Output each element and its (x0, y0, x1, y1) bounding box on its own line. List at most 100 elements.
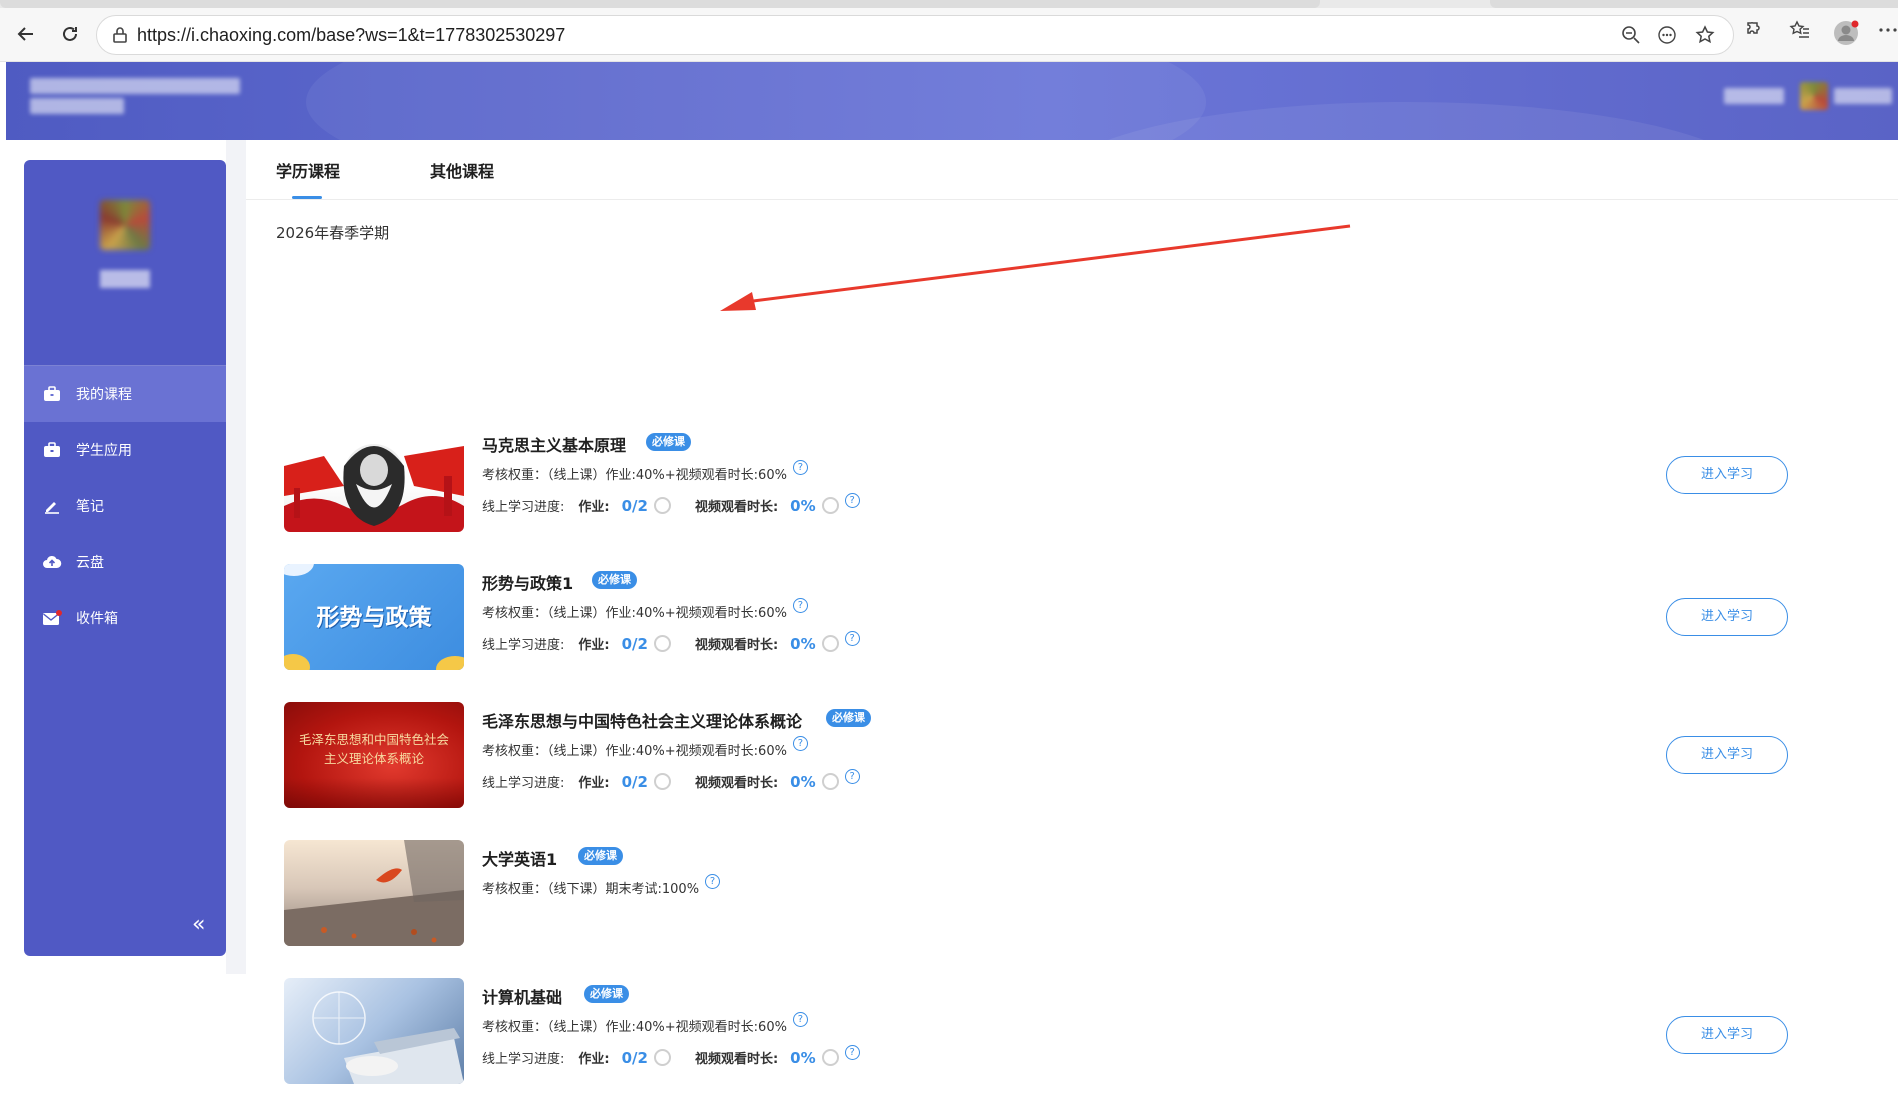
homework-progress-ring (653, 1049, 671, 1066)
enter-study-button[interactable]: 进入学习 (1666, 598, 1788, 636)
sidebar-item-label: 我的课程 (76, 387, 132, 403)
video-progress-ring (821, 773, 839, 790)
header-decoration (306, 62, 1206, 140)
sidebar-item-inbox[interactable]: 收件箱 (24, 590, 226, 646)
user-avatar[interactable] (1800, 82, 1828, 110)
back-icon[interactable] (10, 18, 42, 50)
required-badge: 必修课 (584, 985, 629, 1003)
homework-value: 0/2 (621, 1048, 648, 1067)
course-item: 毛泽东思想和中国特色社会主义理论体系概论 毛泽东思想与中国特色社会主义理论体系概… (246, 702, 1898, 822)
sidebar-item-notes[interactable]: 笔记 (24, 478, 226, 534)
help-icon[interactable]: ? (844, 493, 860, 508)
sidebar-item-label: 收件箱 (76, 611, 118, 627)
course-thumbnail[interactable] (284, 978, 464, 1084)
progress-label: 线上学习进度: (482, 500, 565, 515)
profile-avatar-icon[interactable] (1832, 19, 1860, 47)
more-dots-icon[interactable] (1655, 24, 1679, 48)
video-label: 视频观看时长: (694, 776, 779, 791)
sidebar-item-my-courses[interactable]: 我的课程 (24, 366, 226, 422)
course-title[interactable]: 马克思主义基本原理 (482, 432, 626, 456)
favorites-list-icon[interactable] (1786, 19, 1814, 47)
enter-study-button[interactable]: 进入学习 (1666, 736, 1788, 774)
homework-label: 作业: (578, 500, 610, 515)
course-title[interactable]: 毛泽东思想与中国特色社会主义理论体系概论 (482, 708, 802, 732)
course-item: 形势与政策 形势与政策1 必修课 考核权重：（线上课）作业:40%+视频观看时长… (246, 564, 1898, 684)
browser-menu-icon[interactable] (1874, 19, 1898, 47)
course-thumbnail[interactable] (284, 840, 464, 946)
tab-other-courses[interactable]: 其他课程 (430, 158, 494, 182)
assessment-weight-text: 考核权重：（线上课）作业:40%+视频观看时长:60% (482, 1020, 787, 1035)
help-icon[interactable]: ? (792, 736, 808, 751)
cloud-upload-icon (42, 552, 62, 572)
video-label: 视频观看时长: (694, 638, 779, 653)
course-tabs: 学历课程 其他课程 (246, 140, 1898, 200)
course-item: 计算机基础 必修课 考核权重：（线上课）作业:40%+视频观看时长:60%? 线… (246, 978, 1898, 1098)
course-thumbnail[interactable] (284, 426, 464, 532)
collapse-sidebar-button[interactable]: « (192, 912, 205, 937)
learning-progress: 线上学习进度: 作业: 0/2 视频观看时长: 0% ? (482, 493, 860, 515)
redacted-user-name (100, 270, 150, 288)
assessment-weight: 考核权重：（线上课）作业:40%+视频观看时长:60%? (482, 460, 808, 483)
assessment-weight-text: 考核权重：（线上课）作业:40%+视频观看时长:60% (482, 468, 787, 483)
learning-progress: 线上学习进度: 作业: 0/2 视频观看时长: 0% ? (482, 1045, 860, 1067)
sidebar-item-label: 云盘 (76, 555, 104, 571)
sidebar-item-student-apps[interactable]: 学生应用 (24, 422, 226, 478)
homework-progress-ring (653, 635, 671, 652)
homework-label: 作业: (578, 776, 610, 791)
sidebar-item-label: 笔记 (76, 499, 104, 515)
sidebar-item-label: 学生应用 (76, 443, 132, 459)
browser-tab[interactable] (1490, 0, 1898, 8)
course-thumbnail[interactable]: 毛泽东思想和中国特色社会主义理论体系概论 (284, 702, 464, 808)
enter-study-button[interactable]: 进入学习 (1666, 1016, 1788, 1054)
reload-icon[interactable] (54, 18, 86, 50)
homework-value: 0/2 (621, 772, 648, 791)
address-bar[interactable]: https://i.chaoxing.com/base?ws=1&t=17783… (96, 15, 1734, 55)
help-icon[interactable]: ? (844, 1045, 860, 1060)
video-value: 0% (790, 496, 816, 515)
browser-toolbar: https://i.chaoxing.com/base?ws=1&t=17783… (0, 0, 1898, 62)
favorite-star-icon[interactable] (1693, 24, 1717, 48)
assessment-weight: 考核权重：（线上课）作业:40%+视频观看时长:60%? (482, 736, 808, 759)
course-list-panel: 学历课程 其他课程 2026年春季学期 马克思主义基本原理 必修课 考核权重：（… (246, 140, 1898, 1084)
help-icon[interactable]: ? (705, 874, 721, 889)
learning-progress: 线上学习进度: 作业: 0/2 视频观看时长: 0% ? (482, 631, 860, 653)
site-info-icon[interactable] (111, 26, 129, 44)
thumb-decoration (284, 778, 464, 808)
avatar[interactable] (100, 200, 150, 250)
assessment-weight-text: 考核权重：（线上课）作业:40%+视频观看时长:60% (482, 606, 787, 621)
redacted-username[interactable] (1834, 88, 1892, 104)
assessment-weight-text: 考核权重：（线上课）作业:40%+视频观看时长:60% (482, 744, 787, 759)
homework-progress-ring (653, 497, 671, 514)
extensions-icon[interactable] (1742, 19, 1770, 47)
help-icon[interactable]: ? (844, 769, 860, 784)
video-progress-ring (821, 497, 839, 514)
help-icon[interactable]: ? (844, 631, 860, 646)
progress-label: 线上学习进度: (482, 638, 565, 653)
required-badge: 必修课 (578, 847, 623, 865)
progress-label: 线上学习进度: (482, 776, 565, 791)
zoom-icon[interactable] (1619, 24, 1643, 48)
assessment-weight: 考核权重：（线上课）作业:40%+视频观看时长:60%? (482, 598, 808, 621)
required-badge: 必修课 (826, 709, 871, 727)
course-item: 马克思主义基本原理 必修课 考核权重：（线上课）作业:40%+视频观看时长:60… (246, 426, 1898, 546)
course-title[interactable]: 计算机基础 (482, 984, 562, 1008)
course-thumbnail[interactable]: 形势与政策 (284, 564, 464, 670)
enter-study-button[interactable]: 进入学习 (1666, 456, 1788, 494)
course-title[interactable]: 形势与政策1 (482, 570, 573, 594)
assessment-weight: 考核权重：（线上课）作业:40%+视频观看时长:60%? (482, 1012, 808, 1035)
url-text[interactable]: https://i.chaoxing.com/base?ws=1&t=17783… (137, 25, 565, 46)
help-icon[interactable]: ? (792, 598, 808, 613)
course-title[interactable]: 大学英语1 (482, 846, 557, 870)
thumb-decoration (284, 564, 314, 576)
help-icon[interactable]: ? (792, 460, 808, 475)
thumb-title: 毛泽东思想和中国特色社会主义理论体系概论 (298, 732, 449, 766)
homework-label: 作业: (578, 1052, 610, 1067)
sidebar-item-cloud-drive[interactable]: 云盘 (24, 534, 226, 590)
redacted-header-link[interactable] (1724, 88, 1784, 104)
tab-degree-courses[interactable]: 学历课程 (276, 158, 340, 182)
video-label: 视频观看时长: (694, 500, 779, 515)
required-badge: 必修课 (592, 571, 637, 589)
thumb-decoration (284, 654, 310, 670)
browser-tab[interactable] (0, 0, 1320, 8)
help-icon[interactable]: ? (792, 1012, 808, 1027)
